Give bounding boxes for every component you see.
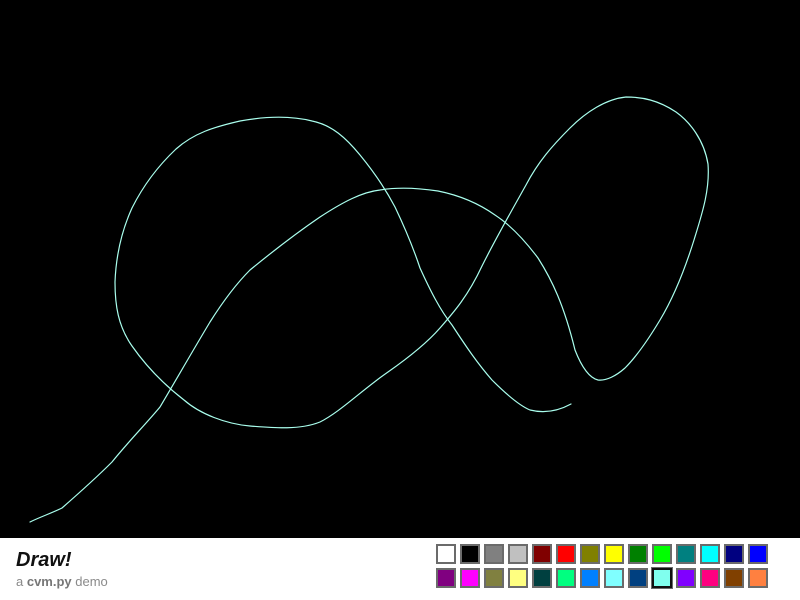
color-swatch[interactable] [651,567,673,589]
color-swatch[interactable] [676,568,696,588]
color-swatch[interactable] [556,568,576,588]
draw-app-window: Draw! a cvm.py demo [0,0,800,600]
color-swatch[interactable] [556,544,576,564]
app-title: Draw! [16,549,72,571]
title-block: Draw! a cvm.py demo [16,548,108,590]
color-swatch[interactable] [460,544,480,564]
color-swatch[interactable] [748,544,768,564]
color-swatch[interactable] [628,568,648,588]
color-swatch[interactable] [484,568,504,588]
color-swatch[interactable] [748,568,768,588]
color-swatch[interactable] [508,568,528,588]
color-swatch[interactable] [436,544,456,564]
subtitle-suffix: demo [71,574,108,589]
color-swatch[interactable] [532,544,552,564]
subtitle-prefix: a [16,574,27,589]
color-swatch[interactable] [532,568,552,588]
color-swatch[interactable] [652,544,672,564]
color-swatch[interactable] [436,568,456,588]
color-swatch[interactable] [460,568,480,588]
color-swatch[interactable] [604,544,624,564]
color-palette [436,544,768,589]
subtitle-program-name: cvm.py [26,574,72,589]
color-swatch[interactable] [484,544,504,564]
color-swatch[interactable] [628,544,648,564]
canvas-surface[interactable] [0,0,800,538]
color-swatch[interactable] [724,544,744,564]
app-subtitle: a cvm.py demo [16,574,108,590]
color-swatch[interactable] [676,544,696,564]
color-swatch[interactable] [604,568,624,588]
color-swatch[interactable] [508,544,528,564]
color-swatch[interactable] [700,568,720,588]
drawn-stroke [29,96,709,523]
bottom-toolbar: Draw! a cvm.py demo [0,538,800,600]
color-swatch[interactable] [580,544,600,564]
color-swatch[interactable] [700,544,720,564]
color-swatch[interactable] [724,568,744,588]
color-swatch[interactable] [580,568,600,588]
drawing-canvas[interactable] [0,0,800,538]
